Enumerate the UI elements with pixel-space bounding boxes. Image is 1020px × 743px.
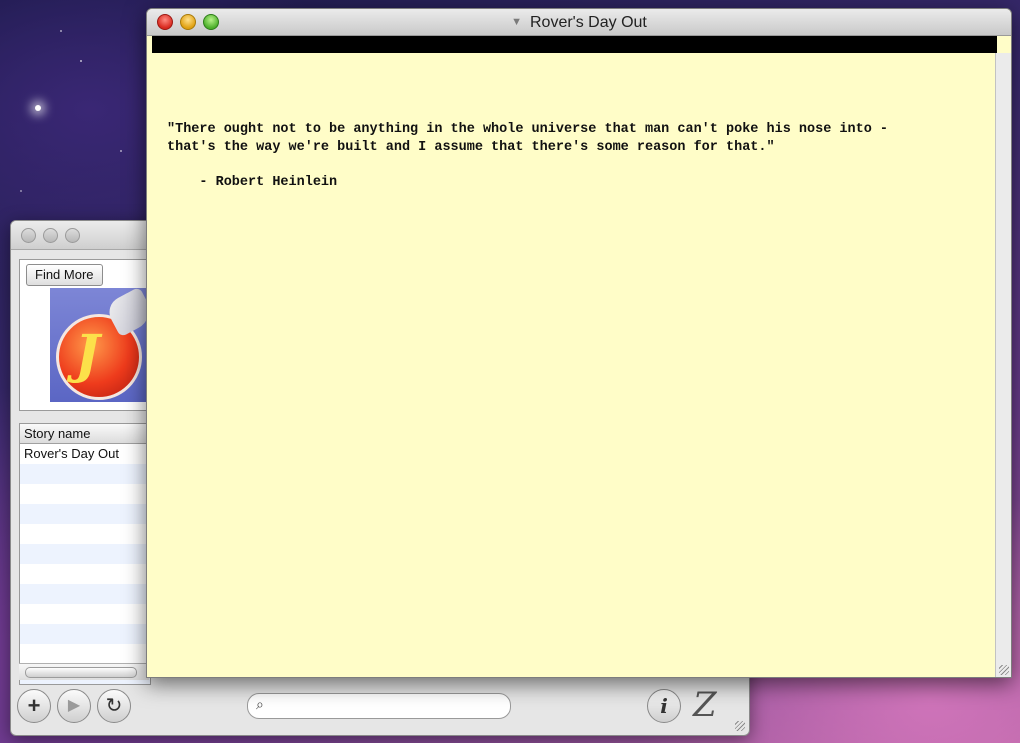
close-button[interactable] — [21, 228, 36, 243]
star — [120, 150, 122, 152]
plus-icon: + — [27, 693, 41, 718]
search-icon: ⌕ — [256, 696, 264, 712]
play-button[interactable]: ▶ — [57, 689, 91, 723]
star — [80, 60, 82, 62]
quote-attribution: - Robert Heinlein — [167, 175, 338, 190]
star — [35, 105, 41, 111]
document-proxy-icon[interactable]: ▼ — [511, 9, 522, 35]
quote-line: "There ought not to be anything in the w… — [167, 122, 889, 137]
story-row[interactable] — [20, 624, 150, 644]
quote-line: that's the way we're built and I assume … — [167, 140, 775, 155]
story-row[interactable] — [20, 584, 150, 604]
add-story-button[interactable]: + — [17, 689, 51, 723]
story-row[interactable] — [20, 464, 150, 484]
story-row[interactable] — [20, 524, 150, 544]
vertical-scrollbar[interactable] — [995, 53, 1011, 677]
minimize-button[interactable] — [43, 228, 58, 243]
search-input[interactable]: ⌕ — [247, 693, 511, 719]
app-logo-image: J — [50, 286, 157, 402]
resize-grip-icon[interactable] — [735, 721, 745, 731]
story-text-area[interactable]: "There ought not to be anything in the w… — [147, 53, 996, 677]
story-row[interactable] — [20, 604, 150, 624]
column-header-story-name[interactable]: Story name — [20, 424, 150, 444]
story-rows: Rover's Day Out — [20, 444, 150, 684]
story-row[interactable] — [20, 484, 150, 504]
status-bar — [152, 36, 997, 53]
star — [60, 30, 62, 32]
story-row[interactable] — [20, 504, 150, 524]
logo-glyph: J — [75, 324, 100, 385]
story-row[interactable] — [20, 544, 150, 564]
z-logo-icon: Z — [693, 685, 717, 725]
info-button[interactable]: i — [647, 689, 681, 723]
feature-pane: Find More J — [19, 259, 157, 411]
play-icon: ▶ — [67, 697, 81, 714]
library-toolbar: + ▶ ↻ ⌕ i Z — [11, 679, 749, 735]
story-row[interactable]: Rover's Day Out — [20, 444, 150, 464]
zoom-button[interactable] — [65, 228, 80, 243]
story-list: Story name Rover's Day Out — [19, 423, 151, 685]
find-more-button[interactable]: Find More — [26, 264, 103, 286]
scrollbar-knob[interactable] — [25, 667, 137, 678]
story-row[interactable] — [20, 644, 150, 664]
window-title: ▼ Rover's Day Out — [147, 9, 1011, 36]
reload-icon: ↻ — [105, 695, 123, 717]
window-title-text: Rover's Day Out — [530, 14, 647, 31]
restart-button[interactable]: ↻ — [97, 689, 131, 723]
info-icon: i — [660, 694, 668, 718]
star — [20, 190, 22, 192]
story-window: ▼ Rover's Day Out "There ought not to be … — [146, 8, 1012, 678]
resize-grip-icon[interactable] — [999, 665, 1009, 675]
story-titlebar[interactable]: ▼ Rover's Day Out — [147, 9, 1011, 36]
story-row[interactable] — [20, 564, 150, 584]
horizontal-scrollbar[interactable] — [19, 663, 149, 680]
